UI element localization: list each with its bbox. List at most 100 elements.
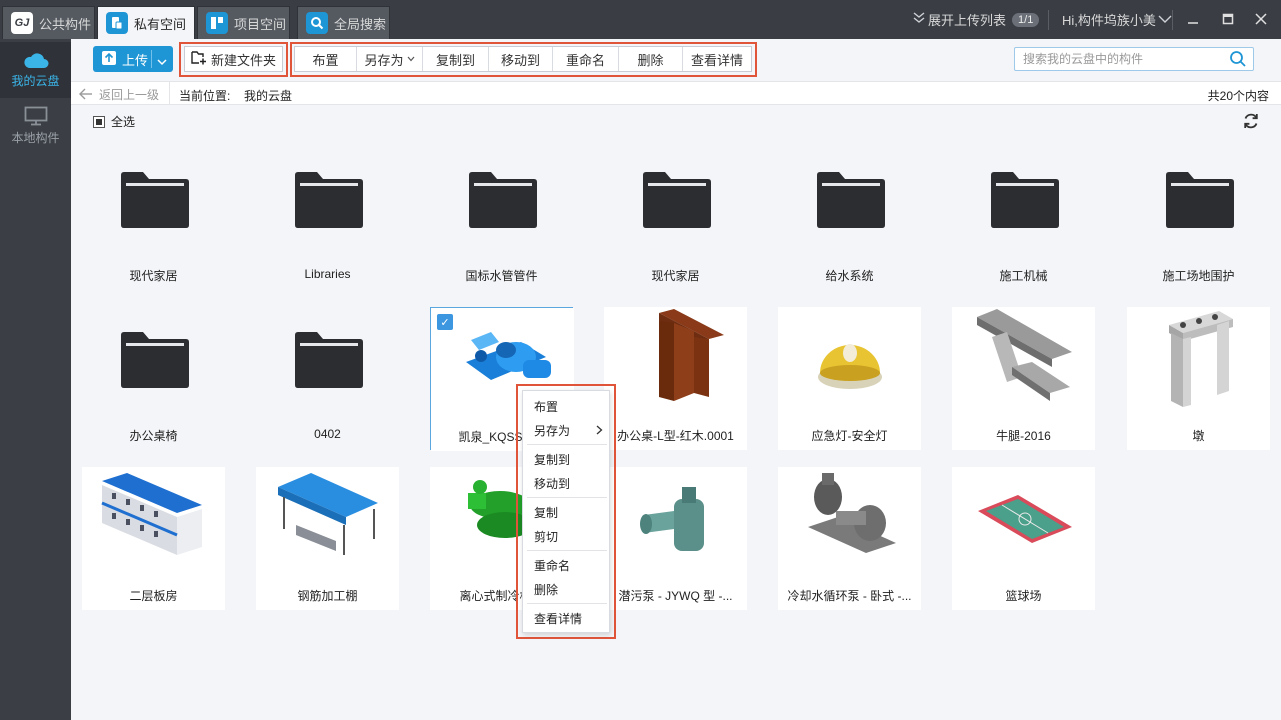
menu-item-label: 查看详情 bbox=[534, 611, 583, 626]
search-box bbox=[1014, 47, 1254, 71]
folder-icon bbox=[295, 332, 363, 388]
model-item[interactable]: 办公桌-L型-红木.0001 bbox=[604, 307, 747, 450]
select-all-checkbox[interactable]: 全选 bbox=[93, 113, 135, 130]
item-name: 施工机械 bbox=[999, 269, 1048, 283]
item-name: 施工场地围护 bbox=[1162, 269, 1235, 283]
rename-button[interactable]: 重命名 bbox=[553, 47, 619, 71]
sidebar-item-local-components[interactable]: 本地构件 bbox=[0, 98, 71, 154]
folder-icon bbox=[1166, 172, 1234, 228]
folder-item[interactable]: 施工场地围护 bbox=[1127, 147, 1270, 290]
folder-item[interactable]: 办公桌椅 bbox=[82, 307, 225, 450]
menu-divider bbox=[527, 444, 607, 445]
item-name: 二层板房 bbox=[129, 589, 178, 603]
menu-divider bbox=[527, 603, 607, 604]
view-details-button[interactable]: 查看详情 bbox=[683, 47, 751, 71]
menu-item-label: 移动到 bbox=[534, 476, 571, 491]
folder-item[interactable]: 0402 bbox=[256, 307, 399, 450]
tab-private-space[interactable]: 私有空间 bbox=[97, 6, 195, 39]
minimize-button[interactable] bbox=[1183, 10, 1203, 28]
folder-item[interactable]: 现代家居 bbox=[604, 147, 747, 290]
context-menu-item-save-as[interactable]: 另存为 bbox=[523, 418, 611, 442]
context-menu-item-copy-to[interactable]: 复制到 bbox=[523, 447, 611, 471]
model-item[interactable]: 篮球场 bbox=[952, 467, 1095, 610]
menu-item-label: 删除 bbox=[534, 582, 559, 597]
item-name: 冷却水循环泵 - 卧式 -... bbox=[787, 589, 912, 603]
move-to-button[interactable]: 移动到 bbox=[489, 47, 553, 71]
context-menu-item-place[interactable]: 布置 bbox=[523, 394, 611, 418]
place-label: 布置 bbox=[312, 52, 339, 68]
folder-item[interactable]: Libraries bbox=[256, 147, 399, 290]
folder-item[interactable]: 现代家居 bbox=[82, 147, 225, 290]
model-item[interactable]: 冷却水循环泵 - 卧式 -... bbox=[778, 467, 921, 610]
upload-button[interactable]: 上传 bbox=[93, 46, 173, 72]
private-space-icon bbox=[106, 12, 128, 34]
tab-project-space[interactable]: 项目空间 bbox=[197, 6, 290, 39]
title-bar: GJ 公共构件 私有空间 项目空间 全局搜索 展开上传列表 1/1 Hi,构件坞… bbox=[0, 0, 1281, 39]
context-menu-item-copy[interactable]: 复制 bbox=[523, 500, 611, 524]
new-folder-label: 新建文件夹 bbox=[210, 52, 276, 68]
model-item[interactable]: 墩 bbox=[1127, 307, 1270, 450]
checkbox-checked-icon[interactable]: ✓ bbox=[437, 314, 453, 330]
item-name: 墩 bbox=[1192, 429, 1205, 443]
save-as-label: 另存为 bbox=[364, 52, 404, 68]
item-name: 现代家居 bbox=[651, 269, 700, 283]
select-all-label: 全选 bbox=[111, 115, 136, 129]
upload-list-toggle[interactable]: 展开上传列表 1/1 bbox=[912, 0, 1040, 39]
delete-button[interactable]: 删除 bbox=[619, 47, 683, 71]
menu-item-label: 布置 bbox=[534, 399, 559, 414]
menu-divider bbox=[527, 497, 607, 498]
sidebar: 我的云盘 本地构件 bbox=[0, 39, 71, 720]
tab-global-search[interactable]: 全局搜索 bbox=[297, 6, 390, 39]
sidebar-item-my-cloud[interactable]: 我的云盘 bbox=[0, 42, 71, 98]
item-name: 潜污泵 - JYWQ 型 -... bbox=[618, 589, 733, 603]
breadcrumb[interactable]: 我的云盘 bbox=[244, 87, 292, 104]
context-menu-item-view-details[interactable]: 查看详情 bbox=[523, 606, 611, 630]
place-button[interactable]: 布置 bbox=[295, 47, 357, 71]
item-name: 给水系统 bbox=[825, 269, 874, 283]
sidebar-item-label: 我的云盘 bbox=[11, 74, 60, 88]
project-space-icon bbox=[206, 12, 228, 34]
minimize-icon bbox=[1188, 22, 1198, 24]
back-button[interactable]: 返回上一级 bbox=[79, 85, 159, 103]
new-folder-button[interactable]: 新建文件夹 bbox=[184, 46, 283, 72]
search-icon[interactable] bbox=[1229, 50, 1247, 71]
tab-public-components[interactable]: GJ 公共构件 bbox=[2, 6, 95, 39]
model-item[interactable]: 二层板房 bbox=[82, 467, 225, 610]
chevron-down-icon bbox=[1158, 12, 1172, 27]
save-as-button[interactable]: 另存为 bbox=[357, 47, 423, 71]
checkbox-icon bbox=[93, 115, 105, 128]
refresh-icon[interactable] bbox=[1242, 112, 1260, 133]
model-item[interactable]: 牛腿-2016 bbox=[952, 307, 1095, 450]
folder-icon bbox=[121, 332, 189, 388]
item-name: 钢筋加工棚 bbox=[297, 589, 358, 603]
search-input[interactable] bbox=[1015, 48, 1220, 70]
context-menu-item-rename[interactable]: 重命名 bbox=[523, 553, 611, 577]
search-icon bbox=[306, 12, 328, 34]
item-count: 共20个内容 bbox=[1207, 89, 1269, 103]
close-button[interactable] bbox=[1251, 10, 1271, 28]
folder-item[interactable]: 给水系统 bbox=[778, 147, 921, 290]
arrow-left-icon bbox=[79, 88, 92, 100]
view-details-label: 查看详情 bbox=[690, 52, 743, 68]
user-menu[interactable]: Hi,构件坞族小美 bbox=[1062, 0, 1172, 39]
context-menu-item-cut[interactable]: 剪切 bbox=[523, 524, 611, 548]
monitor-icon bbox=[24, 106, 47, 126]
chevron-down-icon[interactable] bbox=[157, 54, 167, 69]
chevron-right-icon bbox=[596, 425, 603, 435]
maximize-button[interactable] bbox=[1218, 10, 1238, 28]
new-folder-icon bbox=[191, 50, 207, 68]
model-item[interactable]: 应急灯-安全灯 bbox=[778, 307, 921, 450]
model-item[interactable]: 潜污泵 - JYWQ 型 -... bbox=[604, 467, 747, 610]
context-menu-item-delete[interactable]: 删除 bbox=[523, 577, 611, 601]
item-name: Libraries bbox=[304, 267, 351, 281]
folder-item[interactable]: 施工机械 bbox=[952, 147, 1095, 290]
folder-item[interactable]: 国标水管管件 bbox=[430, 147, 573, 290]
model-item[interactable]: 钢筋加工棚 bbox=[256, 467, 399, 610]
copy-to-button[interactable]: 复制到 bbox=[423, 47, 489, 71]
tab-label: 私有空间 bbox=[134, 16, 187, 32]
cloud-icon bbox=[23, 53, 48, 68]
rename-label: 重命名 bbox=[565, 52, 605, 68]
item-name: 牛腿-2016 bbox=[996, 429, 1051, 443]
app-window: GJ 公共构件 私有空间 项目空间 全局搜索 展开上传列表 1/1 Hi,构件坞… bbox=[0, 0, 1281, 720]
context-menu-item-move-to[interactable]: 移动到 bbox=[523, 471, 611, 495]
